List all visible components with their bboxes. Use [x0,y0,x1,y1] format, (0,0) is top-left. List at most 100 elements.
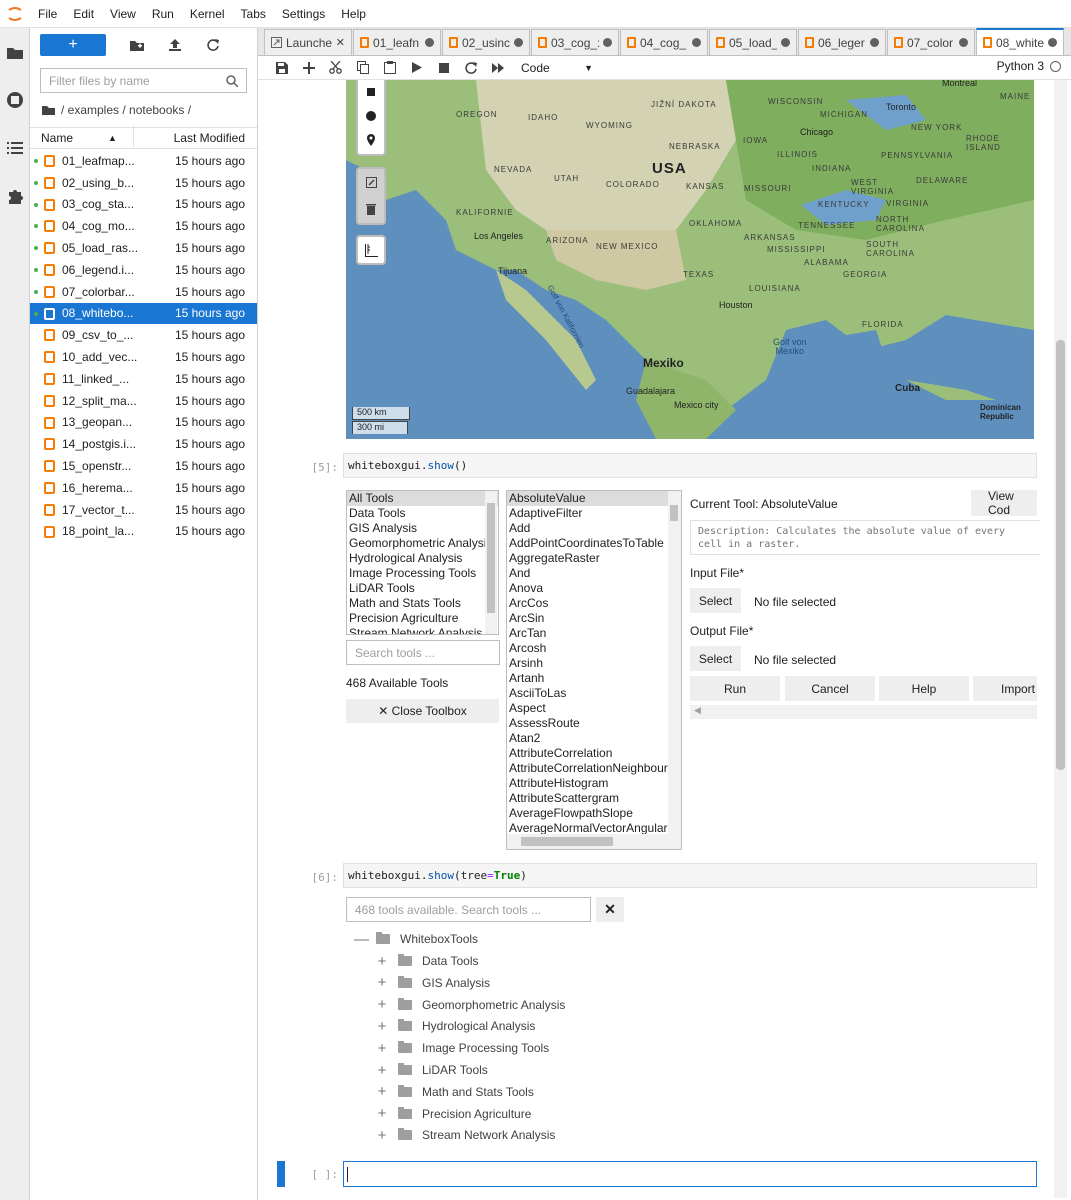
output-scrollbar[interactable]: ◀ [690,705,1037,719]
tool-item[interactable]: AverageFlowpathSlope [507,806,681,821]
tree-node[interactable]: + Precision Agriculture [376,1105,532,1123]
menu-help[interactable]: Help [333,0,374,28]
tree-node[interactable]: + Hydrological Analysis [376,1017,536,1035]
file-row[interactable]: 05_load_ras... 15 hours ago [30,237,257,259]
clear-search-button[interactable]: ✕ [596,897,624,922]
map-widget[interactable]: USA Mexiko Cuba Golf von Mexiko Golf von… [346,80,1034,439]
column-name-header[interactable]: Name [41,131,73,145]
file-row[interactable]: 10_add_vec... 15 hours ago [30,346,257,368]
tool-scrollbar[interactable] [668,491,681,834]
folder-icon[interactable] [42,105,55,115]
tab-06-leger[interactable]: 06_leger [798,29,886,55]
new-launcher-button[interactable]: + [40,34,106,56]
edit-icon[interactable] [358,169,384,196]
category-listbox[interactable]: All Tools Data Tools GIS Analysis Geomorpho… [346,490,499,635]
unsaved-dot-icon[interactable] [870,38,879,47]
category-scrollbar[interactable] [485,491,497,634]
menu-view[interactable]: View [102,0,144,28]
paste-icon[interactable] [376,56,403,80]
circle-marker-icon[interactable] [358,104,384,128]
unsaved-dot-icon[interactable] [603,38,612,47]
cut-icon[interactable] [322,56,349,80]
cell-7-input[interactable] [343,1161,1037,1187]
file-row[interactable]: 06_legend.i... 15 hours ago [30,259,257,281]
category-item[interactable]: Geomorphometric Analysi [347,536,498,551]
tab-05-load-[interactable]: 05_load_ [709,29,797,55]
save-icon[interactable] [268,56,295,80]
output-select-button[interactable]: Select [690,646,741,671]
restart-icon[interactable] [457,56,484,80]
tool-item[interactable]: AsciiToLas [507,686,681,701]
tree-root[interactable]: — WhiteboxTools [354,930,478,948]
tree-node[interactable]: + Image Processing Tools [376,1039,550,1057]
column-modified-header[interactable]: Last Modified [174,131,245,145]
tool-item[interactable]: Aspect [507,701,681,716]
filter-files-input[interactable]: Filter files by name [40,68,247,93]
expand-icon[interactable]: + [376,1127,388,1144]
cell-5-code[interactable]: whiteboxgui. show() [343,453,1037,478]
tool-item[interactable]: AssessRoute [507,716,681,731]
tab-03-cog-[interactable]: 03_cog_: [531,29,619,55]
expand-icon[interactable]: + [376,1018,388,1035]
tool-item[interactable]: AdaptiveFilter [507,506,681,521]
category-item[interactable]: Precision Agriculture [347,611,498,626]
tool-hscrollbar[interactable] [507,834,681,849]
insert-cell-icon[interactable] [295,56,322,80]
tool-item[interactable]: AttributeHistogram [507,776,681,791]
category-item[interactable]: Hydrological Analysis [347,551,498,566]
file-row[interactable]: 07_colorbar... 15 hours ago [30,281,257,303]
expand-icon[interactable]: + [376,996,388,1013]
file-row[interactable]: 03_cog_sta... 15 hours ago [30,194,257,216]
run-button[interactable]: Run [690,676,780,701]
tree-node[interactable]: + Stream Network Analysis [376,1126,556,1144]
file-row[interactable]: 04_cog_mo... 15 hours ago [30,215,257,237]
file-row[interactable]: 14_postgis.i... 15 hours ago [30,433,257,455]
menu-tabs[interactable]: Tabs [233,0,274,28]
file-row[interactable]: 12_split_ma... 15 hours ago [30,390,257,412]
unsaved-dot-icon[interactable] [781,38,790,47]
tool-item[interactable]: ArcTan [507,626,681,641]
tool-item[interactable]: Artanh [507,671,681,686]
close-icon[interactable]: ✕ [336,36,345,49]
tree-node[interactable]: + Math and Stats Tools [376,1083,534,1101]
folder-icon[interactable] [0,28,30,76]
input-select-button[interactable]: Select [690,588,741,613]
cancel-button[interactable]: Cancel [785,676,875,701]
collapse-icon[interactable]: — [354,931,369,948]
menu-edit[interactable]: Edit [65,0,102,28]
upload-icon[interactable] [156,34,194,56]
tab-launche[interactable]: Launche ✕ [264,29,352,55]
file-row[interactable]: 01_leafmap... 15 hours ago [30,150,257,172]
breadcrumb-path[interactable]: / examples / notebooks / [61,103,191,117]
square-marker-icon[interactable] [358,80,384,104]
menu-kernel[interactable]: Kernel [182,0,233,28]
fast-forward-icon[interactable] [484,56,511,80]
unsaved-dot-icon[interactable] [425,38,434,47]
file-row[interactable]: 13_geopan... 15 hours ago [30,412,257,434]
file-row[interactable]: 17_vector_t... 15 hours ago [30,499,257,521]
marker-icon[interactable] [358,128,384,152]
tool-item[interactable]: AttributeScattergram [507,791,681,806]
kernel-indicator[interactable]: Python 3 [997,59,1061,73]
file-row[interactable]: 02_using_b... 15 hours ago [30,172,257,194]
tool-item[interactable]: Atan2 [507,731,681,746]
running-icon[interactable] [0,76,30,124]
view-code-button[interactable]: View Cod [971,489,1037,517]
refresh-icon[interactable] [194,34,232,56]
tool-item[interactable]: ArcSin [507,611,681,626]
menu-settings[interactable]: Settings [274,0,333,28]
search-tools-input[interactable]: Search tools ... [346,640,500,665]
expand-icon[interactable]: + [376,974,388,991]
expand-icon[interactable]: + [376,1083,388,1100]
category-item[interactable]: Stream Network Analysis [347,626,498,634]
notebook-scrollbar[interactable] [1054,80,1067,1198]
copy-icon[interactable] [349,56,376,80]
tab-07-color[interactable]: 07_color [887,29,975,55]
category-item[interactable]: All Tools [347,491,498,506]
tool-item[interactable]: Anova [507,581,681,596]
category-item[interactable]: Data Tools [347,506,498,521]
tool-item[interactable]: AggregateRaster [507,551,681,566]
tool-item[interactable]: AttributeCorrelation [507,746,681,761]
tool-item[interactable]: AbsoluteValue [507,491,681,506]
cell-6-code[interactable]: whiteboxgui. show(tree = True) [343,863,1037,888]
